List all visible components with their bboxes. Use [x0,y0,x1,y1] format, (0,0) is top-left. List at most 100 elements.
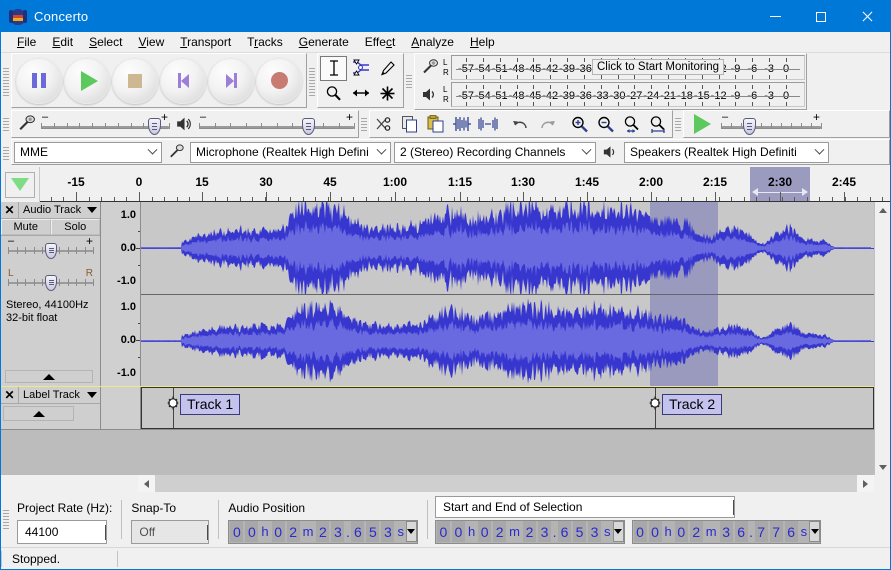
scroll-left-button[interactable] [138,475,155,492]
paste-button[interactable] [423,111,449,137]
menu-file[interactable]: File [9,33,44,51]
stop-button[interactable] [112,58,158,104]
skip-to-end-button[interactable] [208,58,254,104]
label-track-name-menu[interactable]: Label Track [19,387,100,403]
time-digit[interactable]: 0 [649,521,662,542]
undo-button[interactable] [508,111,534,137]
label-track[interactable]: ✕ Label Track Track 1Track 2 [1,387,874,430]
horizontal-scrollbar[interactable] [138,475,874,492]
draw-tool[interactable] [374,56,401,81]
record-button[interactable] [256,58,302,104]
menu-transport[interactable]: Transport [172,33,239,51]
waveform-channel-right[interactable] [141,294,874,386]
time-digit[interactable]: 2 [316,521,329,542]
pan-slider[interactable]: L R [8,271,93,293]
waveform-display[interactable] [141,202,874,386]
close-button[interactable] [844,1,890,32]
minimize-button[interactable] [752,1,798,32]
recording-meter[interactable]: -57-54-51-48-45-42-39-36-33-30-27-24-21-… [451,55,805,80]
time-digit[interactable]: 2 [523,521,536,542]
time-field-dropdown[interactable] [613,521,624,542]
scroll-down-button[interactable] [875,459,890,475]
time-digit[interactable]: 2 [493,521,506,542]
time-digit[interactable]: 5 [573,521,586,542]
time-digit[interactable]: 0 [634,521,647,542]
time-digit[interactable]: 0 [230,521,243,542]
time-field-dropdown[interactable] [809,521,820,542]
time-digit[interactable]: 6 [785,521,798,542]
envelope-tool[interactable] [347,56,374,81]
track-resize-handle[interactable] [5,370,93,383]
device-toolbar-grabber[interactable] [1,139,11,167]
menu-effect[interactable]: Effect [357,33,403,51]
fit-project-button[interactable] [645,111,671,137]
time-digit[interactable]: 2 [287,521,300,542]
pinned-play-head-button[interactable] [1,167,40,202]
zoom-out-button[interactable] [593,111,619,137]
selection-tool[interactable] [320,56,347,81]
skip-to-start-button[interactable] [160,58,206,104]
silence-audio-button[interactable] [475,111,501,137]
scroll-right-button[interactable] [857,475,874,492]
mixer-toolbar-grabber[interactable] [1,110,11,139]
redo-button[interactable] [534,111,560,137]
playback-volume-slider[interactable]: – + [199,112,354,136]
audio-host-combo[interactable]: MME [14,142,162,163]
menu-help[interactable]: Help [462,33,503,51]
waveform-channel-left[interactable] [141,202,874,294]
playback-speed-thumb[interactable] [743,118,756,135]
pan-thumb[interactable] [45,275,57,291]
gain-thumb[interactable] [45,243,57,259]
audio-track-name-menu[interactable]: Audio Track [19,202,100,218]
timeline-ruler[interactable]: -1501530451:001:151:301:452:002:152:302:… [40,167,890,202]
fit-selection-button[interactable] [619,111,645,137]
time-field-dropdown[interactable] [406,521,417,542]
time-digit[interactable]: 3 [538,521,551,542]
time-digit[interactable]: 0 [452,521,465,542]
recording-volume-thumb[interactable] [148,118,161,135]
label-text[interactable]: Track 1 [180,394,240,415]
recording-channels-combo[interactable]: 2 (Stereo) Recording Channels [394,142,596,163]
play-at-speed-button[interactable] [687,111,717,137]
time-digit[interactable]: 0 [272,521,285,542]
play-button[interactable] [64,58,110,104]
vertical-scrollbar[interactable] [874,202,890,475]
maximize-button[interactable] [798,1,844,32]
time-shift-tool[interactable] [347,81,374,106]
menu-analyze[interactable]: Analyze [403,33,462,51]
menu-tracks[interactable]: Tracks [239,33,291,51]
audio-track[interactable]: ✕ Audio Track Mute Solo – + [1,202,874,387]
playback-meter-toolbar[interactable]: L R -57-54-51-48-45-42-39-36-33-30-27-24… [416,82,805,108]
label-marker-icon[interactable] [648,394,662,411]
playback-meter[interactable]: -57-54-51-48-45-42-39-36-33-30-27-24-21-… [451,82,805,107]
selection-mode-combo[interactable]: Start and End of Selection [435,496,735,518]
pause-button[interactable] [16,58,62,104]
time-digit[interactable]: 7 [755,521,768,542]
time-digit[interactable]: 0 [245,521,258,542]
menu-edit[interactable]: Edit [44,33,81,51]
multi-tool[interactable] [374,81,401,106]
project-rate-combo[interactable]: 44100 [17,520,107,544]
play-at-speed-grabber[interactable] [673,110,683,139]
selection-toolbar-grabber[interactable] [1,492,11,547]
selection-end-field[interactable]: 00h02m36.776s [632,520,822,544]
recording-volume-slider[interactable]: – + [41,112,169,136]
menu-generate[interactable]: Generate [291,33,357,51]
time-digit[interactable]: 3 [381,521,394,542]
time-digit[interactable]: 3 [720,521,733,542]
time-digit[interactable]: 7 [770,521,783,542]
time-digit[interactable]: 0 [478,521,491,542]
label-track-body[interactable]: Track 1Track 2 [141,387,874,429]
time-digit[interactable]: 0 [675,521,688,542]
recording-meter-toolbar[interactable]: L R -57-54-51-48-45-42-39-36-33-30-27-24… [416,55,805,81]
close-icon[interactable]: ✕ [1,387,19,403]
scroll-up-button[interactable] [875,202,890,218]
audio-position-field[interactable]: 00h02m23.653s [228,520,418,544]
edit-toolbar-grabber[interactable] [359,110,369,139]
selection-start-field[interactable]: 00h02m23.653s [435,520,625,544]
recording-device-combo[interactable]: Microphone (Realtek High Defini [190,142,391,163]
vertical-ruler[interactable]: 1.0 0.0 -1.0 1.0 0.0 -1.0 [101,202,141,386]
recording-meter-grabber[interactable] [404,53,414,110]
label-track-resize-handle[interactable] [3,406,74,421]
time-digit[interactable]: 3 [331,521,344,542]
